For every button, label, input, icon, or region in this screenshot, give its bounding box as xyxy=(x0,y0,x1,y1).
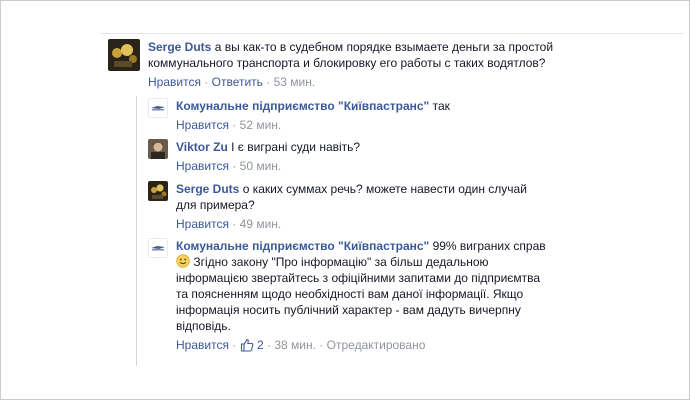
comment-author[interactable]: Viktor Zu xyxy=(176,140,228,154)
comment-meta: Нравится · 49 мин. xyxy=(176,216,666,232)
avatar[interactable] xyxy=(148,98,168,118)
thumbs-up-icon[interactable] xyxy=(240,338,254,356)
comment-text: так xyxy=(432,99,450,113)
smile-emoji-icon xyxy=(176,254,190,268)
comment-text-continued: інформацією звертайтесь з офіційними зап… xyxy=(176,271,541,285)
likes-count[interactable]: 2 xyxy=(257,338,264,352)
comment-text-continued: та поясненням щодо необхідності вам дано… xyxy=(176,287,524,301)
meta-separator: · xyxy=(204,75,209,89)
meta-separator: · xyxy=(232,159,237,173)
meta-separator: · xyxy=(319,338,324,352)
comment-text-continued: коммунального транспорта и блокировку ег… xyxy=(148,56,546,70)
like-link[interactable]: Нравится xyxy=(176,217,229,231)
comment-meta: Нравится · 2 · 38 мин. · Отредактировано xyxy=(176,337,666,356)
reply-link[interactable]: Ответить xyxy=(212,75,263,89)
comment-timestamp[interactable]: 50 мин. xyxy=(240,159,282,173)
comment-text: 99% виграних справ xyxy=(432,239,546,253)
divider xyxy=(100,33,684,34)
comment-meta: Нравится · 52 мин. xyxy=(176,117,666,133)
like-link[interactable]: Нравится xyxy=(148,75,201,89)
comment-text-continued: інформація носить публічний характер - в… xyxy=(176,303,521,317)
avatar[interactable] xyxy=(108,39,140,71)
avatar[interactable] xyxy=(148,238,168,258)
meta-separator: · xyxy=(232,217,237,231)
comment-text: о каких суммах речь? можете навести один… xyxy=(242,182,527,196)
meta-separator: · xyxy=(266,75,271,89)
comment-meta: Нравится · 50 мин. xyxy=(176,158,666,174)
comment-author[interactable]: Комунальне підприємство "Київпастранс" xyxy=(176,99,429,113)
avatar[interactable] xyxy=(148,139,168,159)
comment-timestamp[interactable]: 49 мин. xyxy=(240,217,282,231)
edited-label[interactable]: Отредактировано xyxy=(327,338,426,352)
like-link[interactable]: Нравится xyxy=(176,159,229,173)
comment-timestamp[interactable]: 52 мин. xyxy=(240,118,282,132)
comment-text-continued: для примера? xyxy=(176,198,255,212)
comment-text-continued: Згідно закону "Про інформацію" за більш … xyxy=(193,255,489,269)
reply-thread-line xyxy=(136,96,137,366)
comment-meta: Нравится · Ответить · 53 мин. xyxy=(148,74,678,90)
meta-separator: · xyxy=(267,338,272,352)
comment-author[interactable]: Serge Duts xyxy=(176,182,239,196)
like-link[interactable]: Нравится xyxy=(176,118,229,132)
avatar[interactable] xyxy=(148,181,168,201)
meta-separator: · xyxy=(232,118,237,132)
comment-timestamp[interactable]: 53 мин. xyxy=(274,75,316,89)
comment-author[interactable]: Serge Duts xyxy=(148,40,211,54)
comment-text: а вы как-то в судебном порядке взымаете … xyxy=(214,40,554,54)
comment-timestamp[interactable]: 38 мин. xyxy=(274,338,316,352)
comment-author[interactable]: Комунальне підприємство "Київпастранс" xyxy=(176,239,429,253)
comment-text-continued: відповідь. xyxy=(176,319,231,333)
meta-separator: · xyxy=(232,338,237,352)
like-link[interactable]: Нравится xyxy=(176,338,229,352)
comment-text: І є виграні суди навіть? xyxy=(231,140,361,154)
